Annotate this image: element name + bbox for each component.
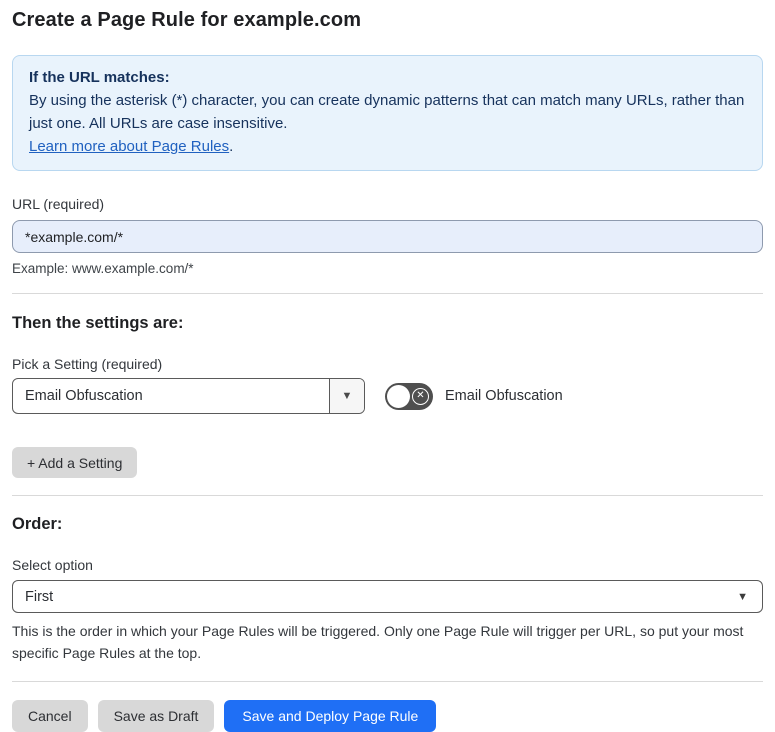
- link-suffix: .: [229, 138, 234, 155]
- pick-setting-label: Pick a Setting (required): [12, 356, 163, 372]
- info-box-body: By using the asterisk (*) character, you…: [29, 92, 745, 132]
- email-obfuscation-toggle-group: ✕ Email Obfuscation: [385, 382, 563, 410]
- url-input[interactable]: [12, 220, 763, 253]
- info-box-heading: If the URL matches:: [29, 69, 170, 86]
- order-select-label: Select option: [12, 557, 93, 573]
- url-field-label: URL (required): [12, 196, 105, 212]
- divider: [12, 681, 763, 682]
- setting-select-value: Email Obfuscation: [25, 388, 143, 404]
- order-select[interactable]: First ▼: [12, 580, 763, 613]
- toggle-label: Email Obfuscation: [445, 388, 563, 404]
- page-rule-form: Create a Page Rule for example.com If th…: [0, 9, 775, 732]
- toggle-off-x-icon: ✕: [412, 387, 429, 405]
- learn-more-link[interactable]: Learn more about Page Rules: [29, 138, 229, 155]
- order-helper-text: This is the order in which your Page Rul…: [12, 623, 744, 661]
- setting-select[interactable]: Email Obfuscation ▼: [12, 378, 365, 414]
- add-setting-button[interactable]: + Add a Setting: [12, 447, 138, 478]
- cancel-button[interactable]: Cancel: [12, 700, 88, 732]
- footer-actions: Cancel Save as Draft Save and Deploy Pag…: [12, 700, 763, 732]
- order-section-heading: Order:: [12, 515, 63, 533]
- url-match-info-box: If the URL matches: By using the asteris…: [12, 55, 763, 171]
- page-title: Create a Page Rule for example.com: [12, 9, 362, 31]
- order-select-value: First: [25, 588, 54, 605]
- settings-section-heading: Then the settings are:: [12, 314, 184, 332]
- toggle-knob: [387, 384, 410, 408]
- divider: [12, 495, 763, 496]
- url-example-text: Example: www.example.com/*: [12, 261, 194, 276]
- chevron-down-icon[interactable]: ▼: [329, 379, 364, 413]
- divider: [12, 293, 763, 294]
- info-box-link-line: Learn more about Page Rules.: [29, 135, 746, 158]
- chevron-down-icon: ▼: [737, 590, 748, 603]
- setting-row: Email Obfuscation ▼ ✕ Email Obfuscation: [12, 378, 763, 414]
- save-and-deploy-button[interactable]: Save and Deploy Page Rule: [224, 700, 437, 732]
- email-obfuscation-toggle[interactable]: ✕: [385, 382, 433, 410]
- save-as-draft-button[interactable]: Save as Draft: [97, 700, 215, 732]
